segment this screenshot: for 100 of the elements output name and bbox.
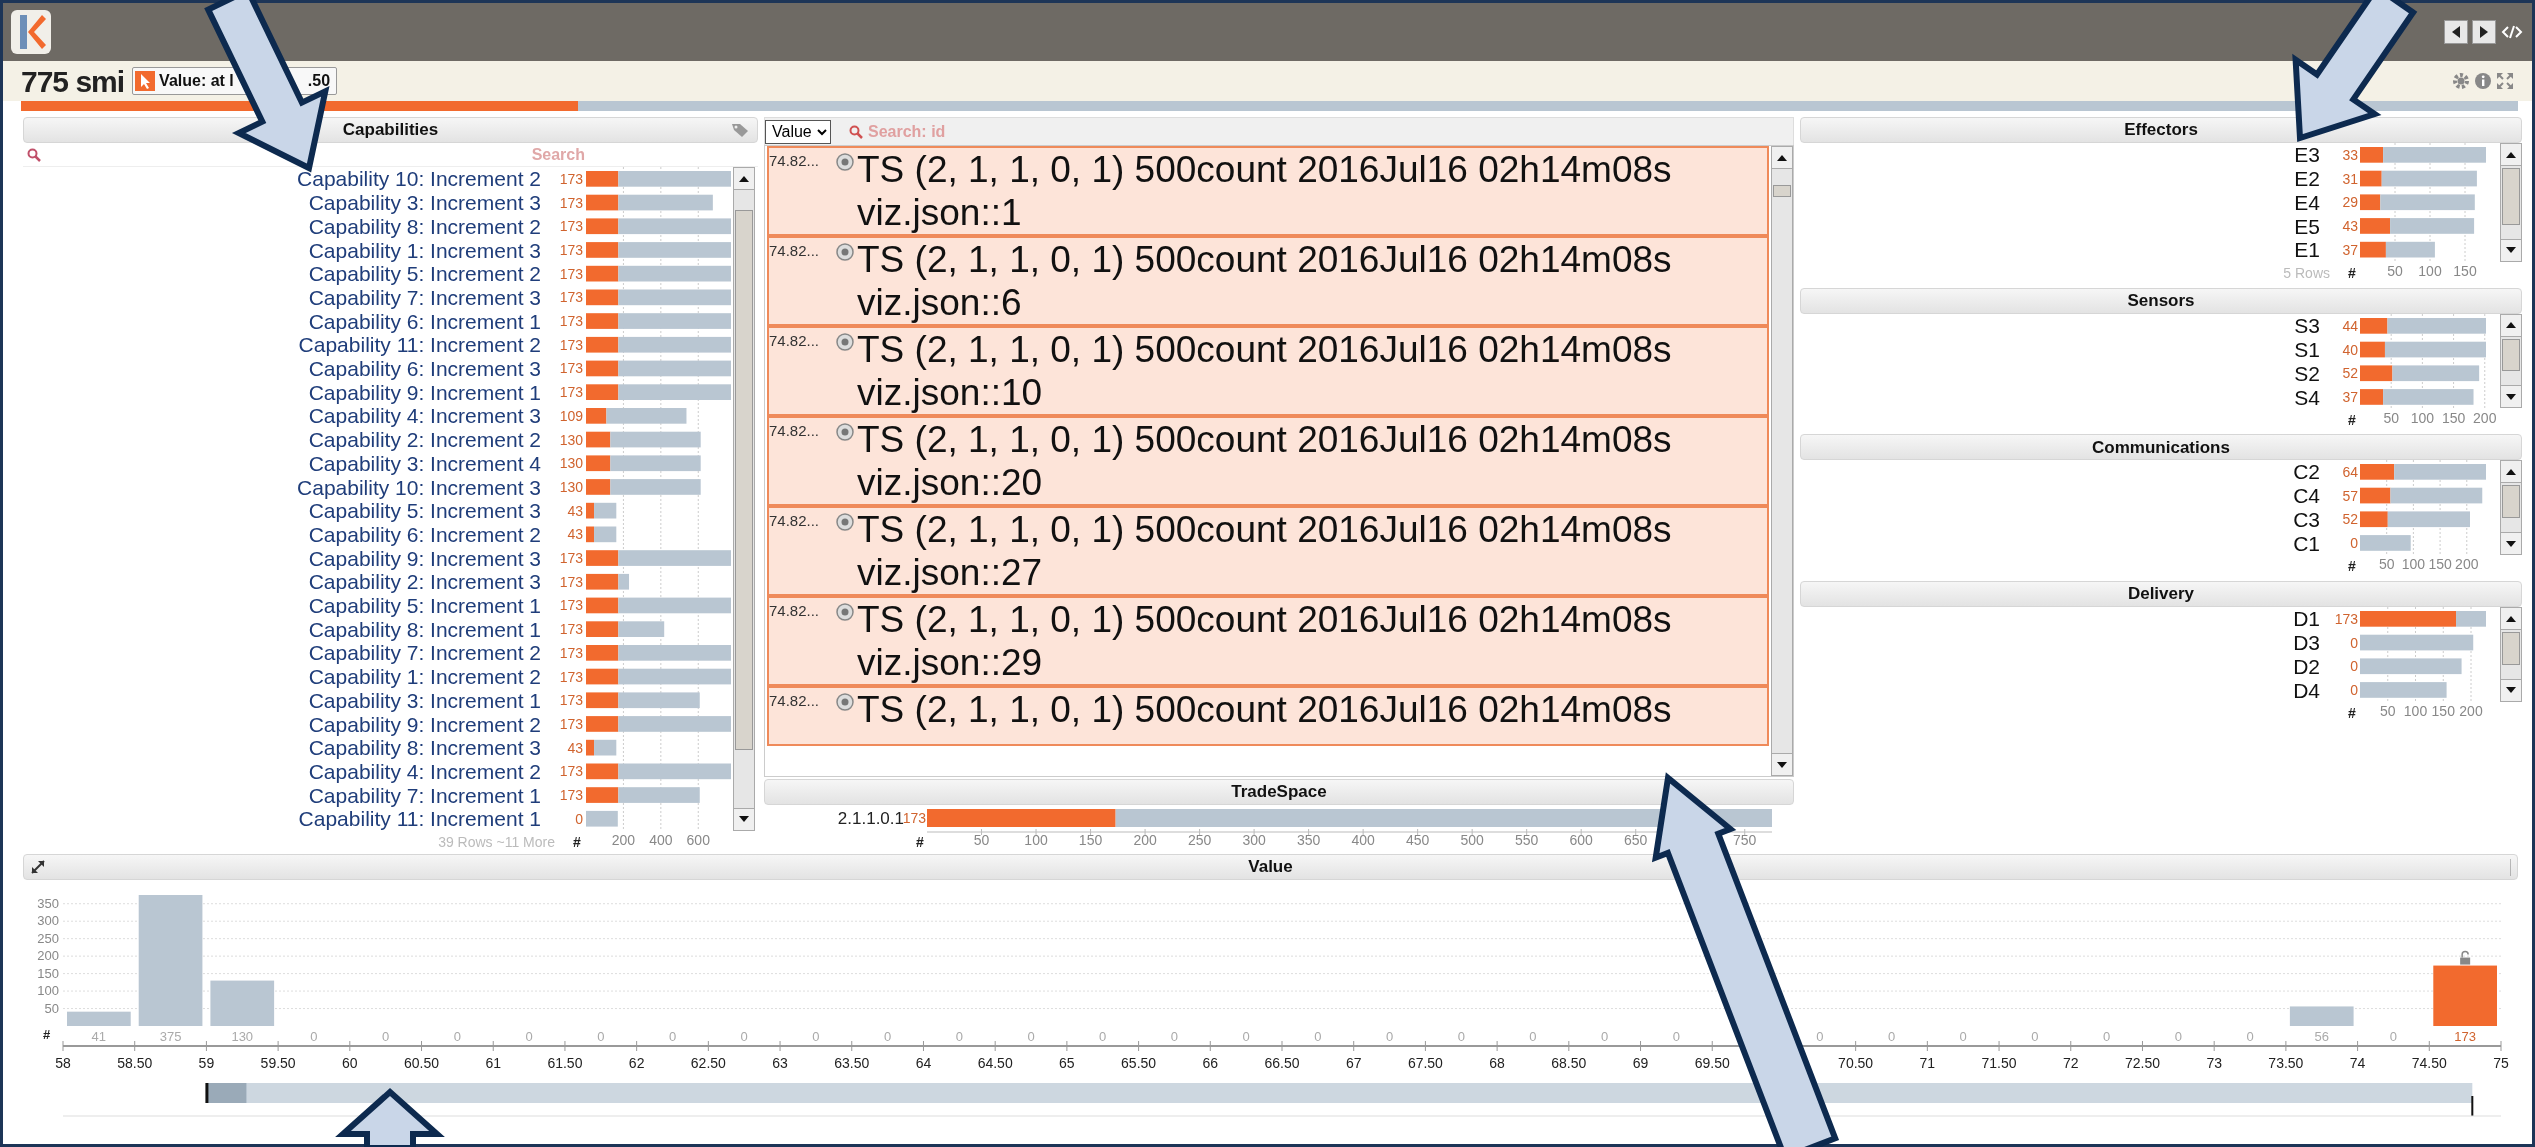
- axis-tick-label: 64.50: [977, 1055, 1013, 1071]
- count-label: 37: [2342, 388, 2358, 405]
- left-triangle-icon[interactable]: [2450, 25, 2462, 39]
- target-icon[interactable]: [835, 692, 855, 712]
- record-row[interactable]: 74.82... TS (2, 1, 1, 0, 1) 500count 2016Jul16 02h14m08s viz.json::10: [767, 326, 1769, 416]
- record-value: 74.82...: [769, 511, 821, 531]
- count-label: 0: [1385, 1029, 1394, 1044]
- next-button[interactable]: [2472, 20, 2496, 44]
- scroll-up-icon[interactable]: [2505, 150, 2517, 159]
- category-label: 2.1.1.0.1: [837, 809, 904, 829]
- axis-tick-label: 200: [611, 831, 636, 848]
- scrollbar[interactable]: [2500, 143, 2522, 262]
- axis-tick-label: 450: [1405, 832, 1430, 848]
- target-icon[interactable]: [835, 512, 855, 532]
- axis-tick-label: 600: [686, 831, 710, 848]
- count-label: 0: [740, 1029, 748, 1044]
- scrollbar-thumb[interactable]: [2502, 485, 2520, 519]
- scroll-up-icon[interactable]: [738, 174, 750, 183]
- scrollbar[interactable]: [2500, 313, 2522, 409]
- count-label: 0: [382, 1029, 390, 1044]
- scrollbar-thumb[interactable]: [2502, 338, 2520, 372]
- fullscreen-icon[interactable]: [2496, 72, 2514, 90]
- count-label: 0: [310, 1029, 318, 1044]
- scrollbar-thumb[interactable]: [1773, 185, 1791, 197]
- selected-bar: [586, 360, 619, 377]
- row-count: 39 Rows ~11 More: [438, 833, 555, 850]
- record-row[interactable]: 74.82... TS (2, 1, 1, 0, 1) 500count 2016Jul16 02h14m08s: [767, 686, 1769, 746]
- tag-icon: [731, 122, 751, 138]
- count-label: 0: [597, 1029, 605, 1044]
- selected-bar: [2360, 488, 2391, 504]
- category-label: E2: [2294, 167, 2320, 191]
- record-row[interactable]: 74.82... TS (2, 1, 1, 0, 1) 500count 2016Jul16 02h14m08s viz.json::20: [767, 416, 1769, 506]
- scrollbar-thumb[interactable]: [735, 210, 753, 750]
- count-label: 0: [2350, 682, 2358, 699]
- record-row[interactable]: 74.82... TS (2, 1, 1, 0, 1) 500count 2016Jul16 02h14m08s viz.json::29: [767, 596, 1769, 686]
- scrollbar-thumb[interactable]: [2502, 632, 2520, 665]
- axis-tick-label: 50: [2378, 556, 2395, 573]
- scrollbar[interactable]: [733, 167, 755, 831]
- axis-tick-label: 73: [2206, 1055, 2222, 1071]
- record-row[interactable]: 74.82... TS (2, 1, 1, 0, 1) 500count 2016Jul16 02h14m08s viz.json::6: [767, 236, 1769, 326]
- count-symbol: #: [43, 1027, 51, 1042]
- selected-bar: [2360, 147, 2384, 163]
- axis-tick-label: 200: [2455, 556, 2479, 573]
- scroll-down-icon[interactable]: [738, 815, 750, 824]
- record-source: viz.json::1: [857, 191, 1023, 234]
- axis-tick-label: 100: [2410, 409, 2435, 426]
- app-logo[interactable]: [11, 10, 51, 54]
- settings-icon[interactable]: [2452, 72, 2470, 90]
- target-icon[interactable]: [835, 422, 855, 442]
- category-label: Capability 6: Increment 2: [308, 522, 541, 546]
- count-label: 0: [2350, 634, 2358, 651]
- scroll-down-icon[interactable]: [2505, 246, 2517, 254]
- target-icon[interactable]: [835, 242, 855, 262]
- scroll-down-icon[interactable]: [2505, 686, 2517, 695]
- record-row[interactable]: 74.82... TS (2, 1, 1, 0, 1) 500count 2016Jul16 02h14m08s viz.json::1: [767, 146, 1769, 236]
- panel-title: Delivery: [2127, 583, 2195, 606]
- scrollbar-thumb[interactable]: [2502, 168, 2520, 225]
- category-label: C4: [2293, 484, 2320, 508]
- scroll-down-icon[interactable]: [2505, 392, 2517, 401]
- axis-tick-label: 100: [2418, 262, 2442, 279]
- lock-icon[interactable]: [2460, 950, 2471, 965]
- category-label: D2: [2293, 654, 2320, 678]
- axis-tick-label: 59: [198, 1055, 215, 1071]
- count-label: 0: [2389, 1029, 2398, 1044]
- target-icon[interactable]: [835, 152, 855, 172]
- previous-button[interactable]: [2444, 20, 2468, 44]
- scrollbar[interactable]: [2500, 460, 2522, 556]
- axis-tick-label: 64: [915, 1055, 932, 1071]
- count-label: 0: [668, 1029, 677, 1044]
- count-label: 173: [559, 644, 583, 661]
- scroll-down-icon[interactable]: [1776, 760, 1788, 769]
- record-title: TS (2, 1, 1, 0, 1) 500count 2016Jul16 02h14m08s: [857, 508, 1672, 551]
- category-label: Capability 1: Increment 3: [308, 238, 541, 262]
- info-icon[interactable]: [2474, 72, 2492, 90]
- axis-tick-label: 65.50: [1121, 1055, 1157, 1071]
- axis-tick-label: 600: [1569, 832, 1593, 848]
- scroll-down-icon[interactable]: [2505, 539, 2517, 548]
- search-field[interactable]: Search: [45, 141, 587, 168]
- scrollbar[interactable]: [2500, 607, 2522, 702]
- collapse-icon[interactable]: [30, 859, 46, 875]
- count-label: 0: [1027, 1029, 1035, 1044]
- scroll-up-icon[interactable]: [2505, 321, 2517, 329]
- axis-tick-label: 150: [2428, 556, 2452, 573]
- scroll-up-icon[interactable]: [2505, 614, 2517, 623]
- target-icon[interactable]: [835, 332, 855, 352]
- scroll-up-icon[interactable]: [2505, 467, 2517, 476]
- category-label: E4: [2294, 190, 2320, 214]
- selected-bar: [2360, 218, 2391, 234]
- category-label: Capability 11: Increment 1: [298, 807, 541, 831]
- target-icon[interactable]: [835, 602, 855, 622]
- count-label: 0: [453, 1029, 461, 1044]
- record-row[interactable]: 74.82... TS (2, 1, 1, 0, 1) 500count 2016Jul16 02h14m08s viz.json::27: [767, 506, 1769, 596]
- scroll-up-icon[interactable]: [1776, 153, 1788, 162]
- scrollbar[interactable]: [1771, 146, 1793, 776]
- selected-bar: [586, 265, 619, 282]
- right-triangle-icon[interactable]: [2478, 25, 2490, 39]
- axis-tick-label: 50: [2387, 262, 2403, 279]
- selected-bar: [586, 787, 619, 803]
- axis-tick-label: 72: [2063, 1055, 2079, 1071]
- count-symbol: #: [2348, 264, 2356, 280]
